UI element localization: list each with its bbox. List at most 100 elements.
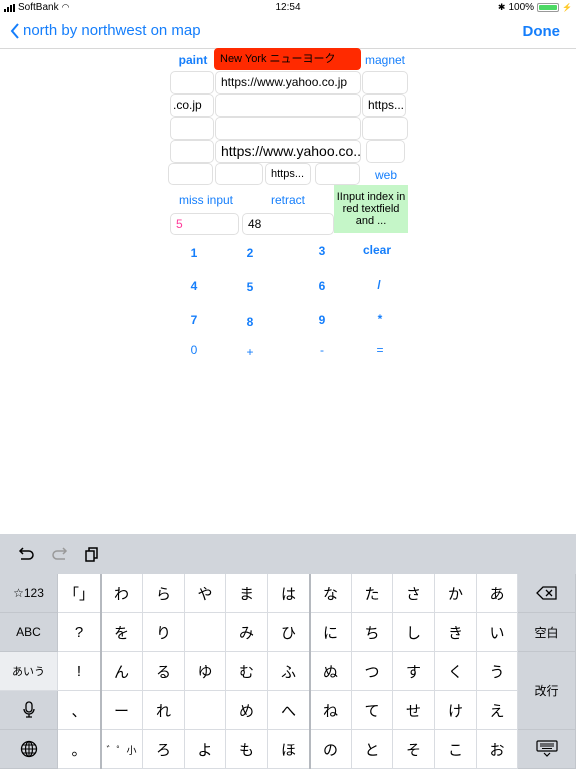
kana-key[interactable]: ふ: [268, 652, 310, 691]
kana-key[interactable]: あ: [477, 574, 518, 613]
dismiss-keyboard-key[interactable]: [518, 730, 576, 769]
text-field-r4-right[interactable]: [366, 140, 405, 163]
kana-key[interactable]: あいう: [0, 652, 58, 691]
kana-key[interactable]: ね: [310, 691, 352, 730]
microphone-key[interactable]: [0, 691, 58, 730]
kana-key[interactable]: や: [185, 574, 226, 613]
paint-button[interactable]: paint: [172, 53, 214, 67]
kana-key[interactable]: し: [393, 613, 435, 652]
calc-button-9[interactable]: 9: [302, 313, 342, 327]
calc-button-3[interactable]: 3: [302, 244, 342, 258]
calc-button-7[interactable]: 7: [174, 313, 214, 327]
kana-key[interactable]: す: [393, 652, 435, 691]
calc-button-8[interactable]: 8: [230, 315, 270, 329]
web-button[interactable]: web: [366, 168, 406, 182]
kana-key[interactable]: ー: [101, 691, 143, 730]
kana-key[interactable]: り: [143, 613, 185, 652]
kana-key[interactable]: も: [226, 730, 268, 769]
index-field[interactable]: 5: [170, 213, 239, 235]
magnet-button[interactable]: magnet: [362, 53, 408, 67]
space-key[interactable]: 空白: [518, 613, 576, 652]
calc-button-2[interactable]: 2: [230, 246, 270, 260]
kana-key[interactable]: わ: [101, 574, 143, 613]
return-key[interactable]: 改行: [518, 652, 576, 730]
calc-button-plus[interactable]: +: [230, 345, 270, 359]
calc-button-equals[interactable]: =: [360, 343, 400, 357]
kana-key[interactable]: い: [477, 613, 518, 652]
red-textfield[interactable]: New York ニューヨーク: [214, 48, 361, 70]
kana-key[interactable]: ら: [143, 574, 185, 613]
kana-key[interactable]: ろ: [143, 730, 185, 769]
kana-key[interactable]: ゆ: [185, 652, 226, 691]
calc-button-clear[interactable]: clear: [357, 243, 397, 257]
value-field[interactable]: 48: [242, 213, 334, 235]
kana-key[interactable]: ま: [226, 574, 268, 613]
text-field-r5-b[interactable]: [215, 163, 263, 185]
text-field-r2-right[interactable]: https...: [362, 94, 406, 117]
text-field-r2-center[interactable]: [215, 94, 361, 117]
text-field-r1-center[interactable]: https://www.yahoo.co.jp: [215, 71, 361, 94]
kana-key[interactable]: さ: [393, 574, 435, 613]
kana-key[interactable]: ぬ: [310, 652, 352, 691]
punctuation-key[interactable]: ?: [58, 613, 101, 652]
kana-key[interactable]: た: [352, 574, 393, 613]
undo-icon[interactable]: [18, 546, 34, 562]
kana-key[interactable]: へ: [268, 691, 310, 730]
empty-key[interactable]: [185, 613, 226, 652]
punctuation-key[interactable]: !: [58, 652, 101, 691]
kana-key[interactable]: よ: [185, 730, 226, 769]
kana-key[interactable]: つ: [352, 652, 393, 691]
calc-button-multiply[interactable]: *: [360, 312, 400, 326]
kana-key[interactable]: ゛゜小: [101, 730, 143, 769]
text-field-r2-left[interactable]: .co.jp: [170, 94, 214, 117]
punctuation-key[interactable]: 、: [58, 691, 101, 730]
calc-button-1[interactable]: 1: [174, 246, 214, 260]
calc-button-divide[interactable]: /: [359, 278, 399, 292]
globe-key[interactable]: [0, 730, 58, 769]
kana-key[interactable]: を: [101, 613, 143, 652]
calc-button-5[interactable]: 5: [230, 280, 270, 294]
kana-key[interactable]: て: [352, 691, 393, 730]
kana-key[interactable]: と: [352, 730, 393, 769]
kana-key[interactable]: め: [226, 691, 268, 730]
text-field-r3-right[interactable]: [362, 117, 408, 140]
text-field-r3-left[interactable]: [170, 117, 214, 140]
kana-key[interactable]: ん: [101, 652, 143, 691]
retract-button[interactable]: retract: [262, 193, 314, 207]
abc-key[interactable]: ABC: [0, 613, 58, 652]
kana-key[interactable]: ひ: [268, 613, 310, 652]
kana-key[interactable]: み: [226, 613, 268, 652]
kana-key[interactable]: け: [435, 691, 477, 730]
kana-key[interactable]: く: [435, 652, 477, 691]
text-field-r3-center[interactable]: [215, 117, 361, 140]
text-field-r5-a[interactable]: [168, 163, 213, 185]
text-field-r1-right[interactable]: [362, 71, 408, 94]
text-field-r1-left[interactable]: [170, 71, 214, 94]
kana-key[interactable]: れ: [143, 691, 185, 730]
kana-key[interactable]: き: [435, 613, 477, 652]
kana-key[interactable]: な: [310, 574, 352, 613]
text-field-r4-left[interactable]: [170, 140, 214, 163]
text-field-r5-d[interactable]: [315, 163, 360, 185]
redo-icon[interactable]: [52, 546, 68, 562]
punctuation-key[interactable]: 。: [58, 730, 101, 769]
kana-key[interactable]: そ: [393, 730, 435, 769]
kana-key[interactable]: の: [310, 730, 352, 769]
calc-button-0[interactable]: 0: [174, 343, 214, 357]
calc-button-minus[interactable]: -: [302, 343, 342, 357]
kana-key[interactable]: に: [310, 613, 352, 652]
paste-icon[interactable]: [84, 546, 100, 562]
kana-key[interactable]: ほ: [268, 730, 310, 769]
text-field-r4-center[interactable]: https://www.yahoo.co...: [215, 140, 361, 163]
done-button[interactable]: Done: [523, 23, 561, 40]
kana-key[interactable]: お: [477, 730, 518, 769]
kana-key[interactable]: え: [477, 691, 518, 730]
kana-key[interactable]: せ: [393, 691, 435, 730]
kana-key[interactable]: む: [226, 652, 268, 691]
punctuation-key[interactable]: 「」: [58, 574, 101, 613]
kana-key[interactable]: か: [435, 574, 477, 613]
kana-key[interactable]: る: [143, 652, 185, 691]
calc-button-4[interactable]: 4: [174, 279, 214, 293]
empty-key[interactable]: [185, 691, 226, 730]
kana-key[interactable]: ち: [352, 613, 393, 652]
